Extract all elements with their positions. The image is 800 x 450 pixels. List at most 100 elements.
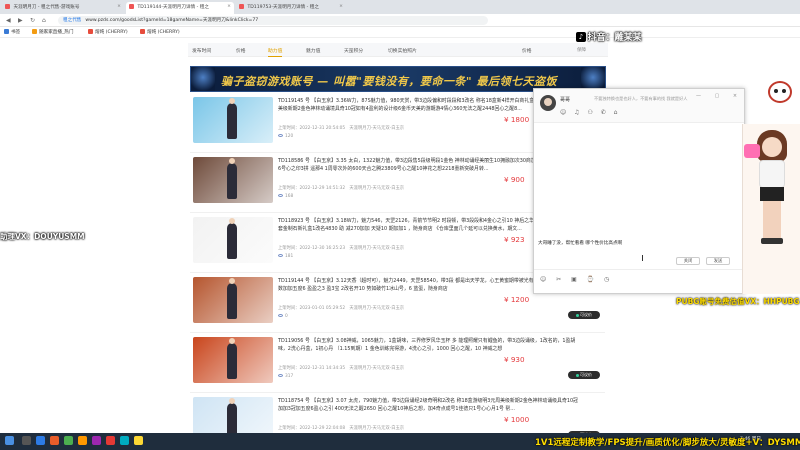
bookmark-label: 随家家直播_热门 <box>39 30 74 35</box>
home-icon[interactable]: ⌂ <box>42 17 46 24</box>
close-icon[interactable]: × <box>117 4 121 9</box>
close-icon[interactable]: × <box>227 4 231 9</box>
send-button[interactable]: 发送 <box>706 257 730 265</box>
bookmark-item[interactable]: 随家家直播_热门 <box>32 29 73 35</box>
chat-footer: ☺ ✂ ▣ ⌚ ◷ <box>534 269 744 293</box>
listing-thumbnail[interactable] <box>193 97 273 143</box>
view-count: 0 <box>285 314 288 319</box>
chat-toolbar[interactable]: ☺ ♫ ⚇ ✆ ⌂ <box>560 109 620 116</box>
bookmark-item[interactable]: 熔炖 (CHERRY) <box>88 29 128 35</box>
chat-message-draft: 大哥睡了没，帮忙看看 哪个性价比高点啊 <box>538 241 623 246</box>
start-button-icon[interactable] <box>5 436 14 445</box>
listing-title[interactable]: TD119056 号 【白玉京】3.08神威，1065魅力，1盒胡味，三界修罗风… <box>278 337 578 362</box>
pubg-ad-text: PUBG账号免费估值VX：HHPUBG <box>676 297 800 306</box>
close-icon[interactable]: × <box>339 4 343 9</box>
view-count: 120 <box>285 134 294 139</box>
browser-tab[interactable]: 天涯明月刀 - 租之代售-游戏账号 × <box>2 2 124 14</box>
bookmark-label: 熔炖 (CHERRY) <box>147 30 180 35</box>
listing-thumbnail[interactable] <box>193 277 273 323</box>
app-icon[interactable] <box>120 436 129 445</box>
listing-views: 317 <box>278 374 293 379</box>
listing-thumbnail[interactable] <box>193 217 273 263</box>
chat-header: 哥哥 不要独特换也是也好人，不要有事的找 我就是好人 ☺ ♫ ⚇ ✆ ⌂ — ▢… <box>534 89 744 123</box>
app-icon[interactable] <box>64 436 73 445</box>
streamer-avatar-illustration <box>742 124 800 294</box>
view-count: 317 <box>285 374 294 379</box>
negotiable-badge[interactable]: 可议价 <box>568 311 600 319</box>
filter-bar: 发布时间 价格 助力值 魅力值 天罡积分 切换实拍照片 价格 <box>188 43 608 57</box>
listing-thumbnail[interactable] <box>193 337 273 383</box>
filter-tiangang[interactable]: 天罡积分 <box>344 47 363 54</box>
bookmark-item[interactable]: 熔炖 (CHERRY) <box>140 29 180 35</box>
filter-photo-toggle[interactable]: 切换实拍照片 <box>388 47 417 54</box>
bottom-ad-text: 1V1远程定制教学/FPS提升/画质优化/脚步放大/灵敏度+V：DYSMM111 <box>535 438 800 448</box>
browser-tab[interactable]: TD119753-天涯明月刀详情 - 租之 × <box>236 2 346 14</box>
app-icon[interactable] <box>92 436 101 445</box>
back-icon[interactable]: ◀ <box>6 17 11 24</box>
bookmark-icon <box>88 29 93 34</box>
chat-footer-toolbar[interactable]: ☺ ✂ ▣ ⌚ ◷ <box>540 276 613 283</box>
close-button[interactable]: 关闭 <box>676 257 700 265</box>
url-text: www.pzds.com/goodsList?gameId=18gameName… <box>85 18 259 23</box>
app-icon[interactable] <box>106 436 115 445</box>
sign-board <box>744 144 760 158</box>
search-icon[interactable] <box>22 436 31 445</box>
reload-icon[interactable]: ↻ <box>30 17 35 24</box>
listing-meta: 上架时间：2022-12-29 14:51:32 天涯明月刀-天马无双-白玉京 <box>278 186 405 191</box>
listing-meta: 上架时间：2022-12-30 16:25:23 天涯明月刀-天马无双-白玉京 <box>278 246 405 251</box>
tab-title: TD119753-天涯明月刀详情 - 租之 <box>247 5 319 10</box>
listing-price: ¥ 923 <box>504 235 525 244</box>
tab-title: TD119144-天涯明月刀详情 - 租之 <box>137 5 209 10</box>
chat-input-area[interactable]: 大哥睡了没，帮忙看看 哪个性价比高点啊 <box>534 124 744 266</box>
listing-views: 168 <box>278 194 293 199</box>
site-favicon-icon <box>129 4 134 9</box>
listing-meta: 上架时间：2022-12-29 22:04:08 天涯明月刀-天马无双-白玉京 <box>278 426 405 431</box>
forward-icon[interactable]: ▶ <box>18 17 23 24</box>
eye-icon <box>278 254 283 257</box>
assistant-contact-text: 助理VX：DOUYUSMM <box>0 232 85 241</box>
site-badge: 租之代售 <box>63 18 82 23</box>
listing-views: 0 <box>278 314 288 319</box>
text-cursor <box>642 255 643 261</box>
douyin-watermark: ♪ 抖音：雕某某 <box>573 30 645 44</box>
app-icon[interactable] <box>134 436 143 445</box>
browser-icon[interactable] <box>36 436 45 445</box>
listing-thumbnail[interactable] <box>193 397 273 433</box>
tab-title: 天涯明月刀 - 租之代售-游戏账号 <box>13 5 80 10</box>
listing-item[interactable]: TD119056 号 【白玉京】3.08神威，1065魅力，1盒胡味，三界修罗风… <box>190 335 605 393</box>
listing-title[interactable]: TD118754 号 【白玉京】3.07 太虎，790魅力值，带3边段诵经2级奇… <box>278 397 578 422</box>
address-bar: ◀ ▶ ↻ ⌂ 租之代售 www.pzds.com/goodsList?gameI… <box>0 14 800 36</box>
character-figure <box>227 158 237 199</box>
star-icon <box>4 29 9 34</box>
douyin-handle: 抖音：雕某某 <box>587 33 642 43</box>
character-figure <box>227 98 237 139</box>
folder-icon[interactable] <box>78 436 87 445</box>
eye-icon <box>278 374 283 377</box>
filter-publish-time[interactable]: 发布时间 <box>192 47 211 54</box>
site-favicon-icon <box>239 4 244 9</box>
avatar[interactable] <box>540 95 556 111</box>
bookmark-item[interactable]: 书签 <box>4 29 20 35</box>
eye-icon <box>278 194 283 197</box>
browser-tab-active[interactable]: TD119144-天涯明月刀详情 - 租之 × <box>126 2 234 14</box>
bookmark-label: 书签 <box>11 30 21 35</box>
filter-price[interactable]: 价格 <box>236 47 246 54</box>
url-input[interactable]: 租之代售 www.pzds.com/goodsList?gameId=18game… <box>58 16 488 25</box>
guarantee-label: 保障 <box>577 48 586 53</box>
listing-item[interactable]: TD118754 号 【白玉京】3.07 太虎，790魅力值，带3边段诵经2级奇… <box>190 395 605 433</box>
site-favicon-icon <box>5 4 10 9</box>
negotiable-badge[interactable]: 可议价 <box>568 371 600 379</box>
listing-thumbnail[interactable] <box>193 157 273 203</box>
douyin-logo-icon: ♪ <box>576 31 586 42</box>
window-controls[interactable]: — ▢ × <box>696 93 743 99</box>
mascot-avatar <box>760 75 800 115</box>
filter-power[interactable]: 助力值 <box>268 47 283 57</box>
bookmarks-bar: 书签 随家家直播_热门 熔炖 (CHERRY) 熔炖 (CHERRY) <box>0 27 800 38</box>
chat-window: 哥哥 不要独特换也是也好人，不要有事的找 我就是好人 ☺ ♫ ⚇ ✆ ⌂ — ▢… <box>533 88 745 294</box>
listing-price: ¥ 1000 <box>504 415 530 424</box>
listing-price: ¥ 930 <box>504 355 525 364</box>
listing-views: 120 <box>278 134 293 139</box>
listing-price: ¥ 1800 <box>504 115 530 124</box>
filter-charm[interactable]: 魅力值 <box>306 47 320 54</box>
app-icon[interactable] <box>50 436 59 445</box>
